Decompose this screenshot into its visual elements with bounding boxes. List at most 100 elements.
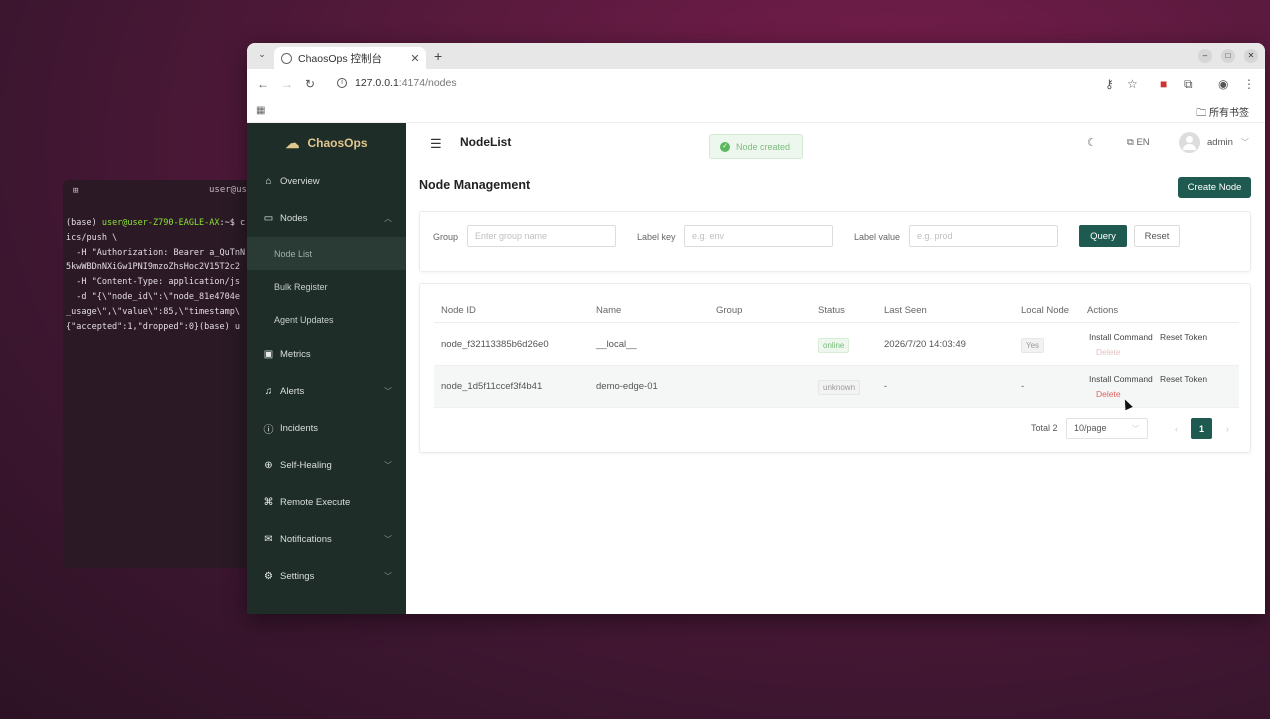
extension-icon[interactable]: ■ [1160,77,1167,91]
page-title: NodeList [460,135,512,149]
language-switch[interactable]: ⧉ EN [1127,137,1150,148]
address-path: :4174/nodes [398,77,457,89]
info-circle-icon: ⓘ [263,425,274,436]
bell-icon: ♫ [264,386,273,397]
sidebar-item-agent-updates[interactable]: Agent Updates [247,303,406,336]
column-header: Last Seen [884,305,927,316]
chevron-down-icon: ﹀ [384,387,392,396]
sidebar-item-settings[interactable]: ⚙ Settings ﹀ [247,558,406,595]
all-bookmarks[interactable]: 🗀 所有书签 [1196,104,1249,123]
page-size-select[interactable]: 10/page ﹀ [1066,418,1148,439]
table-row: node_1d5f11ccef3f4b41 demo-edge-01 unkno… [434,366,1239,408]
label-value-input[interactable]: e.g. prod [909,225,1058,247]
brand-name: ChaosOps [307,136,368,150]
minimize-icon[interactable]: – [1198,49,1212,63]
delete-link[interactable]: Delete [1096,347,1121,357]
new-tab-icon[interactable]: + [434,48,442,64]
column-header: Group [716,305,743,316]
install-command-link[interactable]: Install Command [1089,332,1153,342]
sidebar-item-alerts[interactable]: ♫ Alerts ﹀ [247,373,406,410]
browser-window: ⌄ ChaosOps 控制台 ✕ + – □ ✕ ← → ↻ i 127.0.0… [247,43,1265,614]
query-button[interactable]: Query [1079,225,1127,247]
sidebar-item-nodes[interactable]: ▭ Nodes ︿ [247,200,406,237]
forward-icon[interactable]: → [281,77,293,91]
sidebar-item-self-healing[interactable]: ⊕ Self-Healing ﹀ [247,447,406,484]
terminal-line: (base) user@user-Z790-EAGLE-AX:~$ c [66,218,246,228]
brand-logo[interactable]: ☁ ChaosOps [247,123,406,163]
monitor-icon: ▭ [263,213,274,224]
table-header: Node ID Name Group Status Last Seen Loca… [434,299,1239,323]
sidebar-item-remote-execute[interactable]: ⌘ Remote Execute [247,484,406,521]
filter-panel: Group Enter group name Label key e.g. en… [419,211,1251,272]
group-input[interactable]: Enter group name [467,225,616,247]
reset-token-link[interactable]: Reset Token [1160,374,1207,384]
browser-tab[interactable]: ChaosOps 控制台 ✕ [274,47,426,69]
terminal-output: (base) user@user-Z790-EAGLE-AX:~$ c ics/… [63,202,263,334]
chevron-up-icon: ︿ [384,214,392,223]
avatar [1179,132,1200,153]
status-badge: unknown [818,380,861,395]
sidebar-item-bulk-register[interactable]: Bulk Register [247,270,406,303]
bookmark-star-icon[interactable]: ☆ [1127,77,1138,91]
terminal-line: -H "Content-Type: application/js [66,277,240,288]
back-icon[interactable]: ← [257,77,269,91]
site-info-icon[interactable]: i [337,78,347,88]
last-seen-cell: 2026/7/20 14:03:49 [884,339,966,350]
apps-grid-icon[interactable]: ▦ [256,105,265,116]
close-icon[interactable]: ✕ [408,52,422,65]
chevron-down-icon: ﹀ [1132,426,1139,433]
password-key-icon[interactable]: ⚷ [1105,77,1114,91]
terminal-line: -d "{\"node_id\":\"node_81e4704e [66,291,240,302]
terminal-line: _usage\",\"value\":85,\"timestamp\ [66,306,240,317]
terminal-line: 5kwWBDnNXiGw1PNI9mzoZhsHoc2V15T2c2 [66,262,240,273]
tab-search-icon[interactable]: ⌄ [255,49,269,63]
terminal-window[interactable]: ⊞ user@us (base) user@user-Z790-EAGLE-AX… [63,180,263,568]
label-key-input[interactable]: e.g. env [684,225,833,247]
user-menu[interactable]: admin ﹀ [1179,132,1249,153]
profile-icon[interactable]: ◉ [1218,77,1228,91]
nodes-table: Node ID Name Group Status Last Seen Loca… [419,283,1251,453]
browser-toolbar: ← → ↻ i 127.0.0.1:4174/nodes ⚷ ☆ ■ ⧉ ◉ ⋮ [247,69,1265,99]
moon-icon[interactable]: ☾ [1087,136,1097,149]
reload-icon[interactable]: ↻ [305,77,315,91]
check-circle-icon: ✓ [720,141,730,152]
reset-token-link[interactable]: Reset Token [1160,332,1207,342]
main-content: ☰ NodeList ✓ Node created ☾ ⧉ EN admin ﹀… [406,123,1265,614]
create-node-button[interactable]: Create Node [1178,177,1251,198]
sidebar-item-incidents[interactable]: ⓘ Incidents [247,410,406,447]
terminal-line: ics/push \ [66,232,118,243]
mail-icon: ✉ [264,534,273,545]
tab-title: ChaosOps 控制台 [298,52,383,65]
delete-link[interactable]: Delete [1096,389,1121,399]
window-close-icon[interactable]: ✕ [1244,49,1258,63]
chevron-down-icon: ﹀ [384,461,392,470]
label-value-label: Label value [854,232,901,242]
gear-icon: ⚙ [264,571,273,582]
last-seen-cell: - [884,381,888,392]
reset-button[interactable]: Reset [1134,225,1180,247]
user-name: admin [1207,137,1233,148]
extensions-puzzle-icon[interactable]: ⧉ [1184,77,1193,92]
prev-page-button[interactable]: ‹ [1166,418,1187,439]
column-header: Status [818,305,845,316]
globe-icon [281,52,292,64]
menu-icon[interactable]: ☰ [430,136,442,152]
page-button[interactable]: 1 [1191,418,1212,439]
maximize-icon[interactable]: □ [1221,49,1235,63]
browser-menu-icon[interactable]: ⋮ [1243,77,1255,91]
next-page-button[interactable]: › [1217,418,1238,439]
terminal-tab-icon[interactable]: ⊞ [73,186,78,196]
address-bar[interactable]: i 127.0.0.1:4174/nodes [337,77,457,89]
local-node-badge: Yes [1021,338,1045,353]
sidebar-item-metrics[interactable]: ▣ Metrics [247,336,406,373]
sidebar-item-node-list[interactable]: Node List [247,237,406,270]
sidebar-item-overview[interactable]: ⌂ Overview [247,163,406,200]
sidebar-item-notifications[interactable]: ✉ Notifications ﹀ [247,521,406,558]
app-root: ☁ ChaosOps ⌂ Overview ▭ Nodes ︿ Node List … [247,123,1265,614]
install-command-link[interactable]: Install Command [1089,374,1153,384]
group-label: Group [433,232,459,242]
name-cell: demo-edge-01 [596,381,658,392]
column-header: Node ID [441,305,476,316]
local-node-cell: - [1021,381,1025,392]
first-aid-icon: ⊕ [264,460,273,471]
